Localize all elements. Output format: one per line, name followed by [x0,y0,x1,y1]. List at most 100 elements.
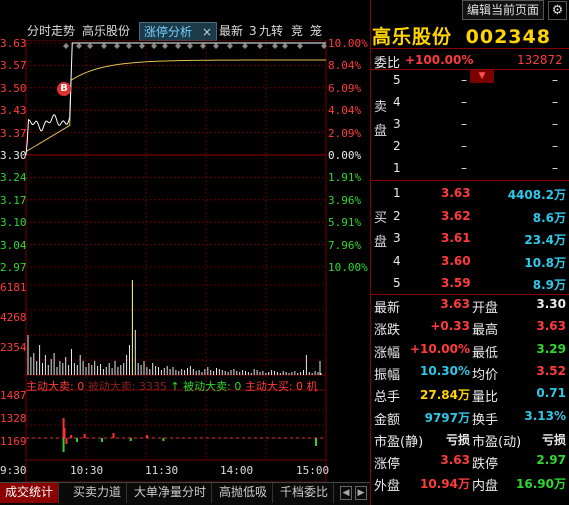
buy-level-num: 1 [393,186,401,200]
flow-bar [70,435,73,438]
stat-label: 量比 [472,390,499,406]
buy-level-vol: 8.6万 [532,210,566,225]
price-axis-label: 2.97 [0,261,27,274]
tab-limit-up-analysis[interactable]: 涨停分析 × [139,22,218,41]
weibi-value: +100.00% [405,53,474,67]
stat-label: 总手 [374,390,401,406]
stat-value: 3.13% [524,408,566,423]
stat-value: 0.71 [536,386,566,401]
pct-axis-label: 8.04% [328,59,362,73]
tab-intraday[interactable]: 分时走势 [27,22,75,41]
stat-value: 3.63 [536,319,566,334]
sell-level-num: 2 [393,139,401,153]
tab-latest[interactable]: 最新 [219,22,243,41]
flow-bar [100,438,103,442]
event-diamond [126,43,132,49]
tab-next-icon[interactable]: ▶ [355,486,367,500]
flow-bars [26,418,326,452]
event-diamond [162,43,168,49]
stat-value: 27.84万 [420,388,470,403]
tab-cage[interactable]: 笼 [310,22,322,41]
event-diamond [139,43,145,49]
weicha-value: 132872 [517,53,563,67]
buy-level-num: 2 [393,208,401,223]
event-diamond [213,43,219,49]
event-diamond [282,43,288,49]
tab-3[interactable]: 3 [249,22,257,41]
flow-bar [83,434,86,438]
stat-value: 亏损 [541,432,566,447]
tab-auction[interactable]: 竞 [291,22,303,41]
stat-label: 最低 [472,345,499,361]
stat-label: 市盈(静) [374,434,424,450]
buy-signal-marker[interactable]: B [57,82,71,96]
intraday-chart[interactable] [0,40,370,482]
sell-level-num: 3 [393,117,401,131]
flow-bar [65,438,68,444]
sell-level-price: – [461,73,467,87]
stat-label: 换手 [472,412,499,428]
close-icon[interactable]: × [202,25,212,39]
flow-axis-label: 1328 [0,412,27,425]
sell-level-vol: – [552,117,558,131]
flow-axis-label: 1169 [0,435,27,448]
legend-passive-sell-2-text: 被动大卖: 0 [183,380,242,393]
stat-label: 市盈(动) [472,434,522,450]
price-axis-label: 3.04 [0,238,27,252]
buy-level-num: 4 [393,253,401,268]
legend-passive-sell-2: ↑ [170,380,180,393]
event-diamond [63,43,69,49]
volume-axis-label: 6181 [0,281,27,294]
legend-active-sell: 主动大卖: 0 [26,380,85,393]
stat-value: 9797万 [424,410,470,425]
btab-buy-sell-force[interactable]: 买卖力道 [68,483,128,503]
time-axis-label: 9:30 [0,464,27,477]
stock-header: 高乐股份 002348 [372,22,551,49]
buy-label: 买盘 [374,211,388,250]
time-axis-label: 15:00 [296,464,330,477]
time-axis-label: 11:30 [145,464,179,477]
flow-bar [62,438,65,452]
sell-level-num: 4 [393,95,401,109]
btab-high-low[interactable]: 高抛低吸 [214,483,274,503]
event-diamond [227,43,233,49]
pct-axis-label: 4.04% [328,104,362,118]
stat-label: 金额 [374,412,401,428]
flow-bar [162,438,165,441]
tab-prev-icon[interactable]: ◀ [340,486,352,500]
stat-label: 涨停 [374,457,401,473]
sell-level-num: 1 [393,161,401,175]
legend-active-buy: 主动大买: 0 [244,380,304,393]
sell-level-num: 5 [393,73,401,87]
flow-axis-label: 1487 [0,389,27,402]
btab-big-order[interactable]: 大单净量分时 [129,483,213,503]
stat-value: 3.63 [440,297,470,311]
buy-level-price: 3.61 [441,231,471,245]
stat-value: 2.97 [536,453,566,468]
stat-value: 亏损 [445,432,470,447]
tab-limit-up-label: 涨停分析 [144,25,193,39]
btab-order-ratio[interactable]: 千档委比 [275,483,335,503]
stat-label: 涨跌 [374,323,401,339]
event-diamond [114,43,120,49]
flow-bar [129,438,132,441]
sell-level-vol: – [552,161,558,175]
sell-level-vol: – [552,95,558,109]
btab-deal-stats[interactable]: 成交统计 [0,483,60,503]
price-axis-label: 3.10 [0,216,27,230]
sell-level-price: – [461,117,467,131]
stat-value: 10.30% [420,363,470,378]
buy-level-price: 3.63 [441,186,471,200]
flow-bar [315,438,318,446]
tab-nine-turn[interactable]: 九转 [259,22,283,41]
price-axis-label: 3.30 [0,149,27,162]
tab-stock-name[interactable]: 高乐股份 [82,22,130,41]
stat-label: 最高 [472,323,499,339]
stat-label: 开盘 [472,301,499,316]
pct-axis-label: 6.09% [328,81,362,95]
stat-label: 最新 [374,301,401,316]
pct-axis-label: 10.00% [328,261,368,274]
stat-value: 3.52 [536,363,566,378]
event-markers [63,43,327,49]
collapse-icon[interactable]: ▼ [470,70,494,83]
